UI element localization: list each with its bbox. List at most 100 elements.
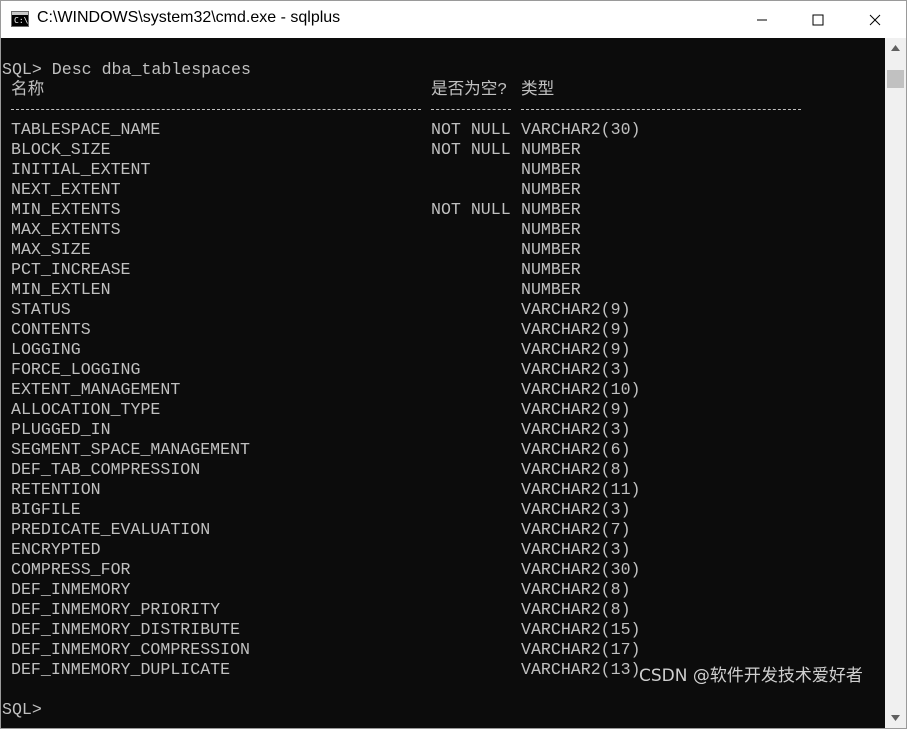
sql-prompt: SQL> — [2, 700, 42, 719]
column-name: BLOCK_SIZE — [11, 140, 111, 159]
column-name: NEXT_EXTENT — [11, 180, 121, 199]
scroll-up-icon — [891, 45, 900, 51]
column-type: VARCHAR2(8) — [521, 460, 631, 479]
column-name: INITIAL_EXTENT — [11, 160, 151, 179]
scroll-up-button[interactable] — [885, 38, 906, 58]
scroll-down-icon — [891, 715, 900, 721]
column-name: MIN_EXTLEN — [11, 280, 111, 299]
column-type: VARCHAR2(3) — [521, 540, 631, 559]
table-row: COMPRESS_FOR VARCHAR2(30) — [1, 560, 881, 580]
column-type: VARCHAR2(3) — [521, 420, 631, 439]
table-row: MAX_SIZE NUMBER — [1, 240, 881, 260]
column-type: NUMBER — [521, 180, 581, 199]
column-name: PREDICATE_EVALUATION — [11, 520, 211, 539]
console-app-icon[interactable]: C:\ — [11, 11, 29, 27]
column-type: VARCHAR2(9) — [521, 340, 631, 359]
column-name: DEF_INMEMORY — [11, 580, 131, 599]
column-type: NUMBER — [521, 200, 581, 219]
header-type: 类型 — [521, 80, 555, 99]
maximize-button[interactable] — [795, 1, 841, 38]
table-row: STATUS VARCHAR2(9) — [1, 300, 881, 320]
table-row: DEF_INMEMORY_COMPRESSION VARCHAR2(17) — [1, 640, 881, 660]
column-type: VARCHAR2(9) — [521, 300, 631, 319]
column-name: ENCRYPTED — [11, 540, 101, 559]
column-name: STATUS — [11, 300, 71, 319]
table-row: EXTENT_MANAGEMENT VARCHAR2(10) — [1, 380, 881, 400]
column-name: SEGMENT_SPACE_MANAGEMENT — [11, 440, 250, 459]
column-name: BIGFILE — [11, 500, 81, 519]
separator-row — [1, 100, 881, 120]
column-type: NUMBER — [521, 240, 581, 259]
column-name: ALLOCATION_TYPE — [11, 400, 161, 419]
column-type: VARCHAR2(13) — [521, 660, 641, 679]
table-row: DEF_INMEMORY_PRIORITY VARCHAR2(8) — [1, 600, 881, 620]
column-name: DEF_INMEMORY_DUPLICATE — [11, 660, 231, 679]
console-output[interactable]: SQL> Desc dba_tablespaces 名称 是否为空? 类型 TA… — [1, 38, 885, 728]
minimize-icon — [757, 19, 767, 20]
column-type: VARCHAR2(3) — [521, 500, 631, 519]
table-row: ENCRYPTED VARCHAR2(3) — [1, 540, 881, 560]
table-row: PREDICATE_EVALUATION VARCHAR2(7) — [1, 520, 881, 540]
column-name: EXTENT_MANAGEMENT — [11, 380, 181, 399]
header-name: 名称 — [11, 80, 45, 99]
separator-name — [11, 109, 421, 110]
scroll-thumb[interactable] — [887, 70, 904, 88]
column-name: COMPRESS_FOR — [11, 560, 131, 579]
column-name: DEF_INMEMORY_COMPRESSION — [11, 640, 250, 659]
window-title: C:\WINDOWS\system32\cmd.exe - sqlplus — [37, 9, 341, 26]
column-type: VARCHAR2(30) — [521, 560, 641, 579]
column-name: TABLESPACE_NAME — [11, 120, 161, 139]
table-row: BLOCK_SIZE NOT NULL NUMBER — [1, 140, 881, 160]
column-name: MIN_EXTENTS — [11, 200, 121, 219]
column-type: VARCHAR2(3) — [521, 360, 631, 379]
csdn-watermark: CSDN @软件开发技术爱好者 — [639, 666, 863, 686]
column-name: CONTENTS — [11, 320, 91, 339]
table-row: NEXT_EXTENT NUMBER — [1, 180, 881, 200]
column-name: MAX_EXTENTS — [11, 220, 121, 239]
table-row: MIN_EXTLEN NUMBER — [1, 280, 881, 300]
table-row: BIGFILE VARCHAR2(3) — [1, 500, 881, 520]
vertical-scrollbar[interactable] — [885, 38, 906, 728]
table-row: DEF_INMEMORY_DISTRIBUTE VARCHAR2(15) — [1, 620, 881, 640]
command-line: SQL> Desc dba_tablespaces — [2, 60, 251, 79]
table-row: DEF_INMEMORY VARCHAR2(8) — [1, 580, 881, 600]
console-app-icon-text: C:\ — [14, 16, 29, 25]
column-nullable: NOT NULL — [431, 200, 511, 219]
column-name: RETENTION — [11, 480, 101, 499]
column-type: VARCHAR2(9) — [521, 320, 631, 339]
table-row: PLUGGED_IN VARCHAR2(3) — [1, 420, 881, 440]
table-row: CONTENTS VARCHAR2(9) — [1, 320, 881, 340]
cmd-window: C:\ C:\WINDOWS\system32\cmd.exe - sqlplu… — [0, 0, 907, 729]
column-type: VARCHAR2(11) — [521, 480, 641, 499]
separator-nullable — [431, 109, 511, 110]
column-type: VARCHAR2(8) — [521, 580, 631, 599]
table-row: MIN_EXTENTS NOT NULL NUMBER — [1, 200, 881, 220]
column-name: PLUGGED_IN — [11, 420, 111, 439]
close-button[interactable] — [852, 1, 898, 38]
column-type: VARCHAR2(7) — [521, 520, 631, 539]
table-row: ALLOCATION_TYPE VARCHAR2(9) — [1, 400, 881, 420]
minimize-button[interactable] — [739, 1, 785, 38]
column-type: VARCHAR2(9) — [521, 400, 631, 419]
column-type: VARCHAR2(17) — [521, 640, 641, 659]
column-type: VARCHAR2(10) — [521, 380, 641, 399]
column-type: NUMBER — [521, 260, 581, 279]
maximize-icon — [812, 14, 824, 25]
column-name: FORCE_LOGGING — [11, 360, 141, 379]
table-row: TABLESPACE_NAME NOT NULL VARCHAR2(30) — [1, 120, 881, 140]
table-row: MAX_EXTENTS NUMBER — [1, 220, 881, 240]
scroll-down-button[interactable] — [885, 708, 906, 728]
column-type: NUMBER — [521, 220, 581, 239]
table-row: INITIAL_EXTENT NUMBER — [1, 160, 881, 180]
column-name: DEF_INMEMORY_DISTRIBUTE — [11, 620, 241, 639]
column-type: VARCHAR2(15) — [521, 620, 641, 639]
column-type: VARCHAR2(8) — [521, 600, 631, 619]
table-row: RETENTION VARCHAR2(11) — [1, 480, 881, 500]
close-icon — [869, 14, 881, 25]
table-row: LOGGING VARCHAR2(9) — [1, 340, 881, 360]
table-row: PCT_INCREASE NUMBER — [1, 260, 881, 280]
header-row: 名称 是否为空? 类型 — [1, 80, 881, 100]
title-bar[interactable]: C:\ C:\WINDOWS\system32\cmd.exe - sqlplu… — [1, 1, 906, 38]
table-row: FORCE_LOGGING VARCHAR2(3) — [1, 360, 881, 380]
separator-type — [521, 109, 801, 110]
